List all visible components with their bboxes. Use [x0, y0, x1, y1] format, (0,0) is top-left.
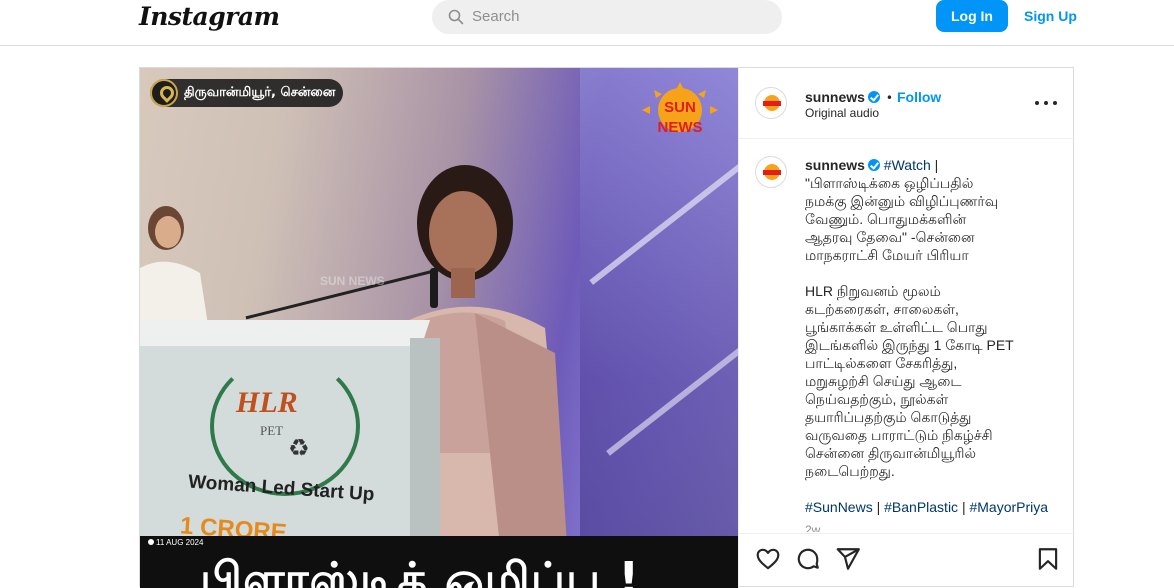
caption-line: வருவதை பாராட்டும் நிகழ்ச்சி	[805, 427, 993, 443]
caption-line: நெய்வதற்கும், நூல்கள்	[805, 391, 949, 407]
hashtag-link[interactable]: #MayorPriya	[969, 499, 1048, 515]
podium-top	[140, 320, 430, 346]
follow-button[interactable]: Follow	[897, 89, 941, 105]
search-box[interactable]: Search	[432, 0, 782, 34]
caption-line: ஆதரவு தேவை" -சென்னை	[805, 229, 975, 245]
comment-icon[interactable]	[795, 546, 821, 572]
audio-link[interactable]: Original audio	[805, 106, 879, 120]
caption-line: இடங்களில் இருந்து 1 கோடி PET	[805, 337, 1014, 353]
hlr-logo-subtext: PET	[260, 423, 284, 438]
caption-line: பாட்டில்களை சேகரித்து,	[805, 355, 958, 371]
verified-badge-icon	[867, 159, 880, 171]
hlr-logo-text: HLR	[236, 386, 298, 419]
signup-link[interactable]: Sign Up	[1024, 8, 1077, 24]
hashtag-separator: |	[872, 499, 885, 515]
caption-line: HLR நிறுவனம் மூலம்	[805, 283, 941, 299]
caption-line: பூங்காக்கள் உள்ளிட்ட பொது	[805, 319, 988, 335]
post-sidebar: sunnews • Follow Original audio sunnews #W…	[738, 68, 1075, 588]
avatar[interactable]	[755, 156, 787, 188]
avatar[interactable]	[755, 87, 787, 119]
caption-separator: |	[930, 157, 939, 173]
hashtag-separator: |	[958, 499, 970, 515]
hashtag-link[interactable]: #BanPlastic	[884, 499, 958, 515]
caption-line: மாநகராட்சி மேயர் பிரியா	[805, 247, 969, 263]
username-link[interactable]: sunnews	[805, 89, 865, 105]
caption-line: "பிளாஸ்டிக்கை ஒழிப்பதில்	[805, 175, 974, 191]
post-caption: sunnews #Watch | "பிளாஸ்டிக்கை ஒழிப்பதில…	[805, 156, 1055, 516]
video-headline: பிளாஸ்டிக் ஒழிப்பு !	[200, 552, 641, 588]
microphone	[430, 268, 438, 308]
login-button[interactable]: Log In	[936, 0, 1008, 32]
username-link[interactable]: sunnews	[805, 157, 865, 173]
post-author: sunnews • Follow	[805, 87, 941, 106]
sun-logo-line2: NEWS	[658, 119, 703, 136]
caption-first-line: sunnews #Watch |	[805, 156, 1055, 174]
post-actions	[739, 533, 1075, 588]
share-icon[interactable]	[835, 546, 861, 572]
top-navigation-bar: Instagram Search Log In Sign Up	[0, 0, 1174, 46]
search-input[interactable]: Search	[472, 8, 520, 25]
caption-line: நமக்கு இன்னும் விழிப்புணர்வு	[805, 193, 999, 209]
hashtag-line: #SunNews | #BanPlastic | #MayorPriya	[805, 498, 1055, 516]
verified-badge-icon	[867, 91, 880, 103]
sun-news-logo: SUN NEWS	[642, 82, 718, 136]
caption-line: கடற்கரைகள், சாலைகள்,	[805, 301, 959, 317]
post-card: HLR PET ♻ Woman Led Start Up 1 CRORE SUN…	[139, 67, 1075, 588]
caption-area: sunnews #Watch | "பிளாஸ்டிக்கை ஒழிப்பதில…	[739, 140, 1075, 532]
more-options-icon[interactable]	[1035, 92, 1057, 114]
recycle-icon: ♻	[288, 434, 310, 462]
post-time-ago[interactable]: 2w	[805, 523, 820, 532]
caption-line: நடைபெற்றது.	[805, 463, 895, 479]
post-video[interactable]: HLR PET ♻ Woman Led Start Up 1 CRORE SUN…	[140, 68, 738, 588]
stage-backdrop	[580, 68, 738, 588]
caption-line: மறுசுழற்சி செய்து ஆடை	[805, 373, 962, 389]
location-badge: திருவான்மியூர், சென்னை	[150, 79, 344, 107]
date-label: 11 AUG 2024	[156, 538, 204, 547]
bookmark-icon[interactable]	[1035, 546, 1061, 572]
separator-dot: •	[885, 91, 893, 105]
location-pin-icon	[150, 79, 178, 107]
caption-line: வேணும். பொதுமக்களின்	[805, 211, 967, 227]
caption-line: சென்னை திருவான்மியூரில்	[805, 445, 977, 461]
instagram-logo[interactable]: Instagram	[139, 2, 280, 31]
location-text: திருவான்மியூர், சென்னை	[184, 85, 336, 100]
hashtag-link[interactable]: #Watch	[884, 157, 931, 173]
hashtag-link[interactable]: #SunNews	[805, 499, 873, 515]
date-dot	[148, 539, 154, 545]
post-header: sunnews • Follow Original audio	[739, 68, 1075, 139]
channel-watermark: SUN NEWS	[320, 274, 385, 288]
sun-news-avatar-logo	[763, 95, 781, 111]
sun-logo-line1: SUN	[664, 99, 696, 116]
sun-news-avatar-logo	[763, 164, 781, 180]
caption-line: தயாரிப்பதற்கும் கொடுத்து	[805, 409, 972, 425]
heart-icon[interactable]	[755, 546, 781, 572]
search-icon	[448, 9, 464, 25]
background-person	[140, 206, 210, 338]
